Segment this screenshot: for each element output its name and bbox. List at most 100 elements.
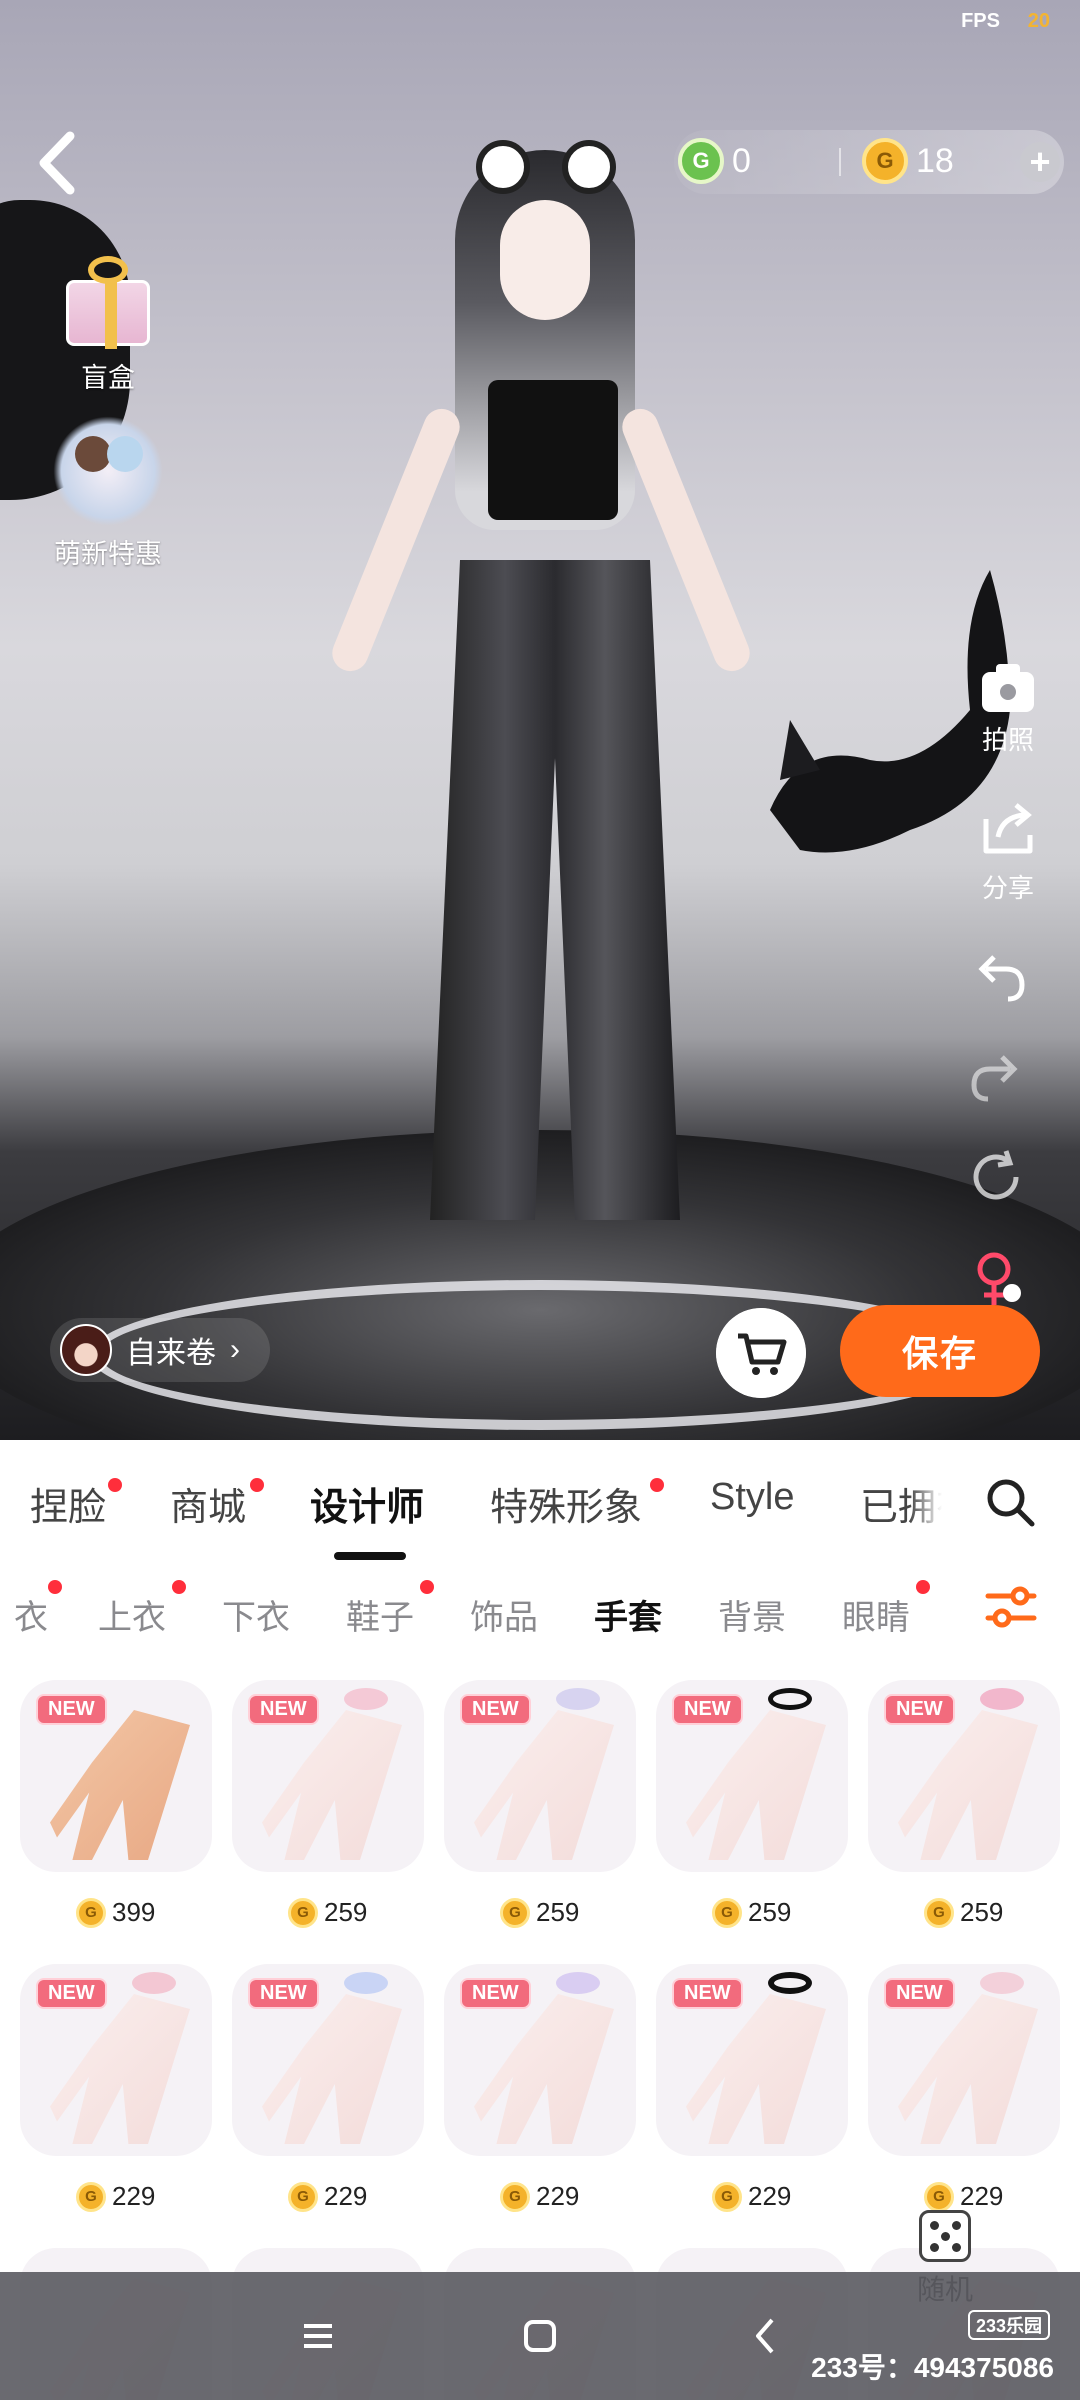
blind-box-label: 盲盒: [81, 363, 135, 393]
user-id-watermark: 233号：494375086: [811, 2352, 1054, 2383]
item-price: G 229: [288, 2181, 367, 2212]
reset-icon[interactable]: [968, 1149, 1028, 1205]
share-icon: [983, 803, 1033, 854]
gold-coin-icon: G: [924, 1897, 954, 1928]
tab-special-look-dot: [650, 1478, 664, 1492]
photo-label: 拍照: [981, 725, 1034, 755]
subtab-tops[interactable]: 上衣: [98, 1590, 166, 1639]
avatar-face: [500, 200, 590, 320]
newbie-deal-entry[interactable]: 萌新特惠: [48, 416, 168, 571]
redo-icon[interactable]: [968, 1049, 1028, 1105]
item-price: G 229: [712, 2181, 791, 2212]
newbie-deal-label: 萌新特惠: [54, 539, 162, 569]
item-card[interactable]: NEW: [868, 1964, 1060, 2156]
gold-coin-icon: G: [288, 2181, 318, 2212]
undo-icon[interactable]: [968, 949, 1028, 1005]
item-price: G 259: [288, 1897, 367, 1928]
gold-coin-icon: G: [712, 1897, 742, 1928]
gift-box-icon: [58, 250, 158, 350]
avatar-arm-left: [326, 403, 466, 677]
item-card[interactable]: NEW: [20, 1964, 212, 2156]
gold-coin-icon: G: [924, 2181, 954, 2212]
fps-value: 20: [1027, 10, 1050, 32]
item-card[interactable]: NEW: [444, 1680, 636, 1872]
item-card[interactable]: NEW: [868, 1680, 1060, 1872]
gold-coin-icon: G: [288, 1897, 318, 1928]
subtab-bottoms[interactable]: 下衣: [222, 1590, 290, 1639]
gold-coin-icon: G: [500, 2181, 530, 2212]
subtab-shoes-dot: [420, 1580, 434, 1594]
item-price: G 229: [76, 2181, 155, 2212]
subtab-background[interactable]: 背景: [718, 1590, 786, 1639]
subtab-outfit[interactable]: 衣: [0, 1590, 48, 1639]
new-badge: NEW: [36, 1978, 107, 2009]
active-tab-underline: [334, 1552, 406, 1560]
photo-button[interactable]: 拍照: [968, 660, 1048, 757]
new-badge: NEW: [36, 1694, 107, 1725]
gold-coin-icon: G: [862, 138, 908, 184]
back-arrow-icon[interactable]: [28, 128, 88, 198]
new-badge: NEW: [248, 1694, 319, 1725]
creator-avatar: [60, 1324, 112, 1376]
tab-special-look[interactable]: 特殊形象: [490, 1476, 642, 1531]
menu-icon[interactable]: [294, 2312, 342, 2360]
item-card[interactable]: NEW: [232, 1680, 424, 1872]
tab-mall-dot: [250, 1478, 264, 1492]
save-button[interactable]: 保存: [840, 1305, 1040, 1397]
new-badge: NEW: [672, 1694, 743, 1725]
nav-back-icon[interactable]: [742, 2312, 790, 2360]
item-card[interactable]: NEW: [656, 1680, 848, 1872]
item-price: G 259: [924, 1897, 1003, 1928]
subtab-tops-dot: [172, 1580, 186, 1594]
subtab-gloves[interactable]: 手套: [594, 1590, 662, 1639]
subtab-accessories[interactable]: 饰品: [470, 1590, 538, 1639]
glove-thumbnail: [898, 1710, 1038, 1860]
cart-button[interactable]: [716, 1308, 806, 1398]
new-badge: NEW: [248, 1978, 319, 2009]
tab-face[interactable]: 捏脸: [30, 1476, 106, 1531]
item-price: G 229: [500, 2181, 579, 2212]
gender-switch-icon[interactable]: [968, 1249, 1028, 1309]
tab-mall[interactable]: 商城: [170, 1476, 246, 1531]
scene-toolbar: 拍照 分享: [968, 660, 1048, 1353]
chevron-right-icon: ›: [230, 1333, 240, 1366]
item-card[interactable]: NEW: [444, 1964, 636, 2156]
green-coin-icon: G: [678, 138, 724, 184]
share-label: 分享: [981, 873, 1034, 903]
item-card[interactable]: NEW: [232, 1964, 424, 2156]
new-badge: NEW: [672, 1978, 743, 2009]
glove-thumbnail: [474, 1994, 614, 2144]
share-button[interactable]: 分享: [968, 801, 1048, 905]
subtab-shoes[interactable]: 鞋子: [346, 1590, 414, 1639]
tab-owned[interactable]: 已拥有: [860, 1476, 942, 1531]
item-card[interactable]: NEW: [20, 1680, 212, 1872]
new-badge: NEW: [460, 1978, 531, 2009]
glove-thumbnail: [686, 1710, 826, 1860]
avatar-scene[interactable]: FPS 20 G 0 G 18 + 盲盒 萌新特惠 拍照 分享 自来卷 › 保存: [0, 0, 1080, 1440]
new-badge: NEW: [884, 1694, 955, 1725]
fps-label: FPS: [961, 10, 1000, 32]
gold-coin-balance: 18: [916, 142, 954, 180]
platform-logo: 233乐园: [967, 2310, 1050, 2340]
glove-thumbnail: [686, 1994, 826, 2144]
tab-style[interactable]: Style: [710, 1476, 794, 1519]
subtab-eyes[interactable]: 眼睛: [842, 1590, 910, 1639]
camera-icon: [978, 660, 1038, 716]
home-icon[interactable]: [516, 2312, 564, 2360]
add-currency-button[interactable]: +: [1020, 142, 1060, 182]
newbie-avatars-icon: [53, 416, 163, 526]
subtab-outfit-dot: [48, 1580, 62, 1594]
creator-chip[interactable]: 自来卷 ›: [50, 1318, 270, 1382]
main-tab-bar: 捏脸 商城 设计师 特殊形象 Style 已拥有: [0, 1440, 1080, 1560]
item-price: G 259: [500, 1897, 579, 1928]
filter-icon[interactable]: [984, 1580, 1038, 1634]
gold-coin-icon: G: [76, 2181, 106, 2212]
glove-thumbnail: [898, 1994, 1038, 2144]
search-icon[interactable]: [982, 1474, 1038, 1530]
blind-box-entry[interactable]: 盲盒: [48, 250, 168, 395]
tab-designer[interactable]: 设计师: [310, 1476, 424, 1531]
green-coin-balance: 0: [732, 142, 751, 180]
item-card[interactable]: NEW: [656, 1964, 848, 2156]
glove-thumbnail: [50, 1994, 190, 2144]
dice-icon: [919, 2210, 971, 2262]
